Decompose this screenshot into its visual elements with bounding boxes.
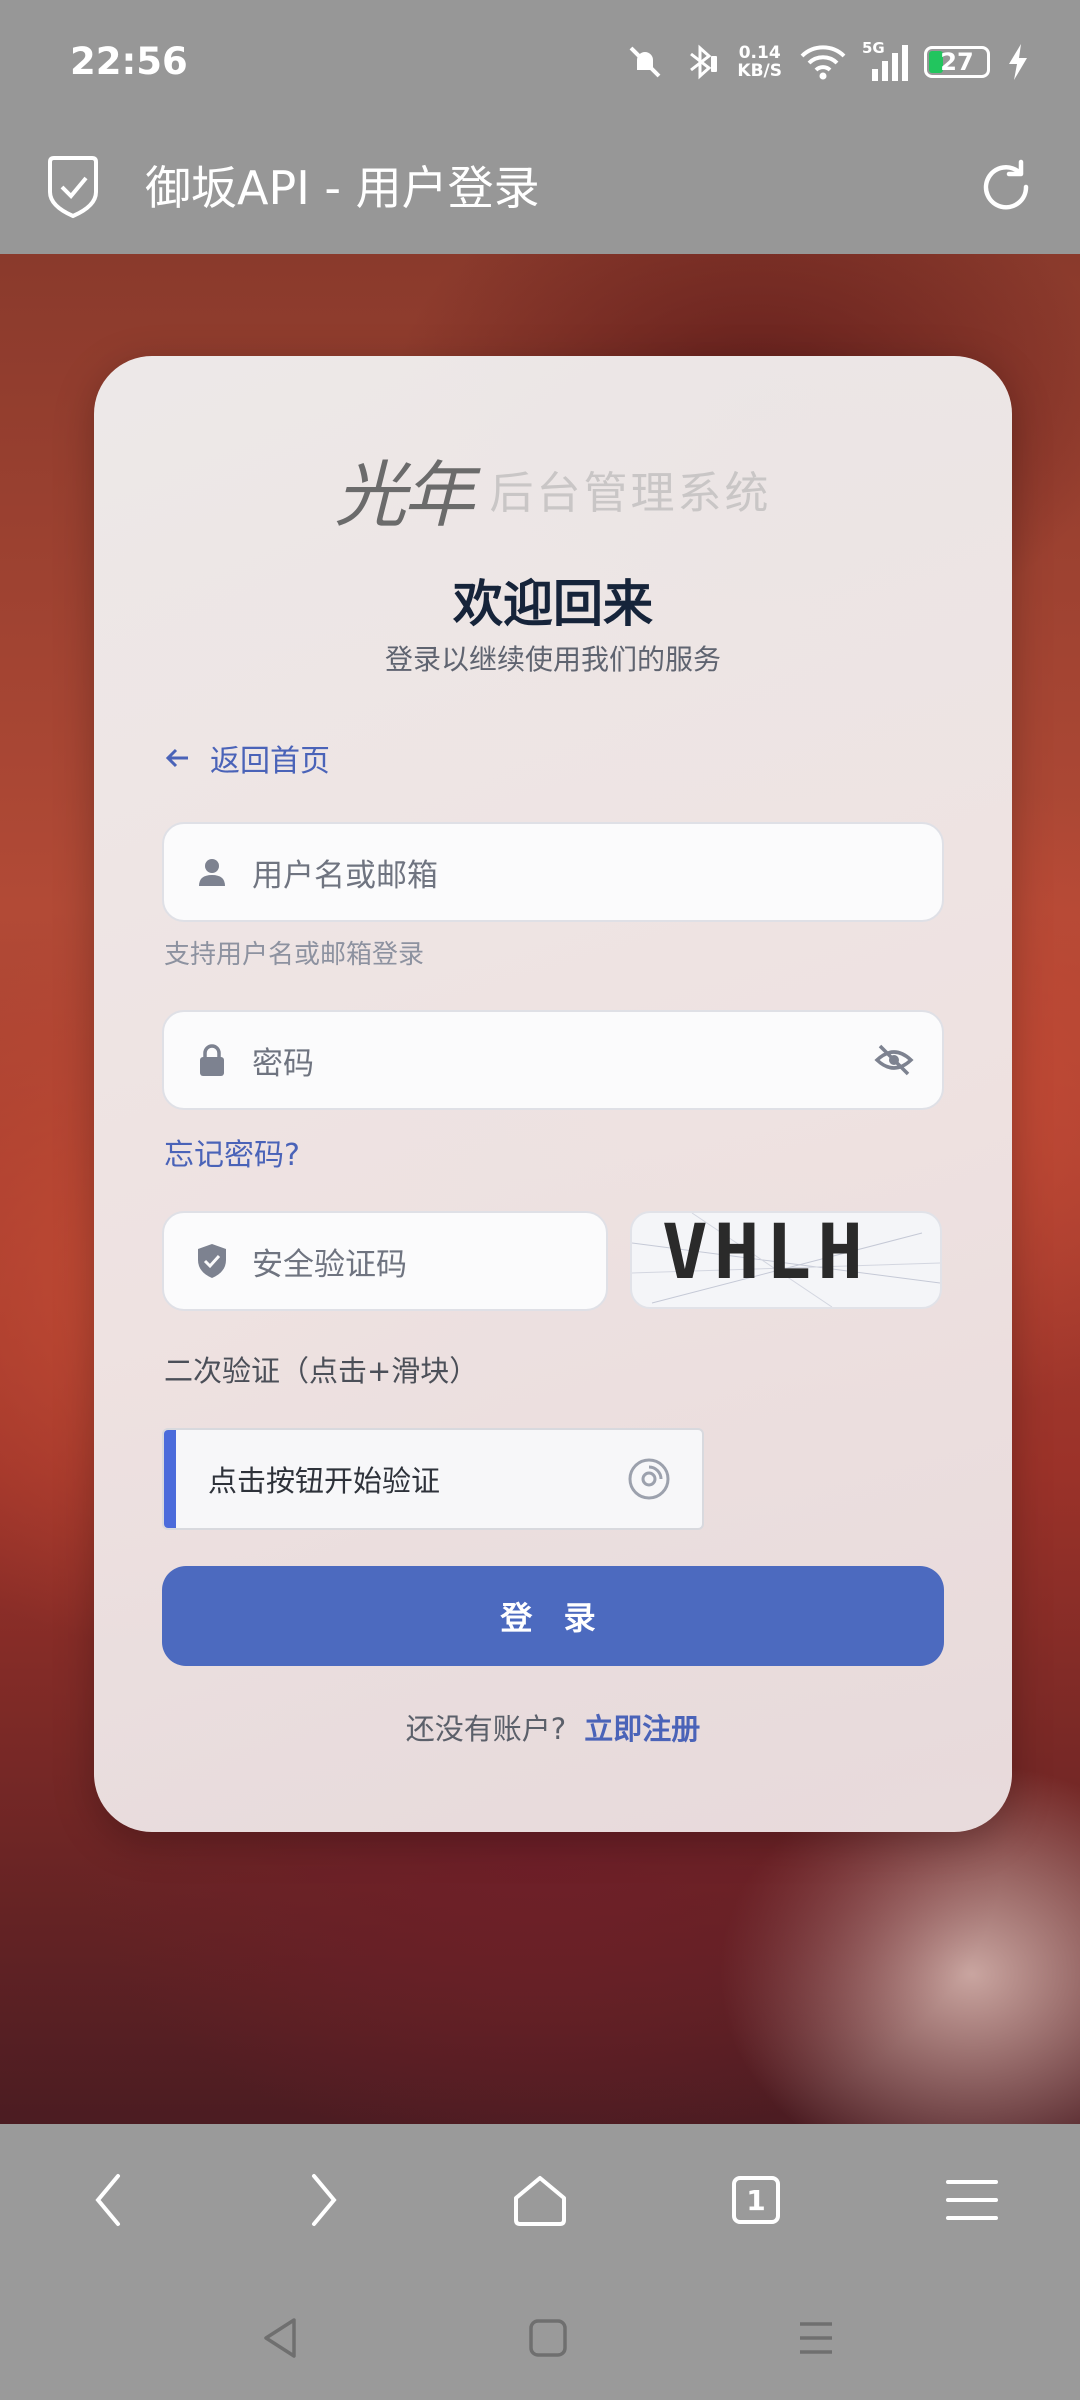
welcome-subtitle: 登录以继续使用我们的服务	[384, 643, 721, 676]
register-link[interactable]: 立即注册	[584, 1712, 700, 1746]
password-placeholder: 密码	[252, 1045, 314, 1082]
menu-button[interactable]	[934, 2162, 1010, 2238]
status-bar: 22:56 0.14 KB/S 5G 27	[0, 0, 1080, 126]
tabs-icon: 1	[732, 2176, 780, 2224]
network-speed-unit: KB/S	[737, 61, 782, 81]
battery-icon: 27	[924, 46, 990, 78]
forward-button[interactable]	[286, 2162, 362, 2238]
signal-indicator: 5G	[862, 39, 908, 81]
signal-label: 5G	[862, 39, 885, 57]
brand-logo: 光年 后台管理系统	[94, 436, 1012, 537]
start-verify-button[interactable]: 点击按钮开始验证	[162, 1428, 704, 1530]
no-account-text: 还没有账户?	[405, 1712, 567, 1746]
browser-title-bar: 御坂API - 用户登录	[0, 126, 1080, 254]
chevron-right-icon	[312, 2174, 337, 2226]
triangle-back-icon	[264, 2318, 296, 2358]
reload-icon[interactable]	[974, 154, 1040, 220]
arrow-left-icon	[165, 748, 188, 768]
network-speed: 0.14 KB/S	[737, 44, 782, 80]
back-home-label: 返回首页	[210, 744, 330, 779]
home-icon	[514, 2176, 566, 2226]
page-title[interactable]: 御坂API - 用户登录	[145, 152, 540, 218]
system-home-button[interactable]	[524, 2314, 572, 2362]
status-icons: 0.14 KB/S 5G 27	[625, 36, 1030, 88]
forgot-password-link[interactable]: 忘记密码?	[164, 1130, 300, 1174]
username-field[interactable]: 用户名或邮箱	[162, 822, 944, 922]
back-button[interactable]	[70, 2162, 146, 2238]
captcha-text: VHLH	[662, 1211, 870, 1296]
system-back-button[interactable]	[256, 2314, 304, 2362]
username-placeholder: 用户名或邮箱	[252, 857, 438, 894]
second-verify-title: 二次验证（点击+滑块）	[164, 1354, 479, 1388]
tabs-button[interactable]: 1	[718, 2162, 794, 2238]
fingerprint-icon	[628, 1458, 670, 1500]
system-recents-button[interactable]	[792, 2314, 840, 2362]
chevron-left-icon	[95, 2174, 120, 2226]
browser-nav-bar: 1	[0, 2124, 1080, 2274]
tab-count: 1	[746, 2183, 766, 2217]
back-home-link[interactable]: 返回首页	[164, 736, 330, 780]
charging-icon	[1009, 44, 1027, 80]
shield-icon	[192, 1241, 232, 1281]
status-time: 22:56	[70, 40, 188, 83]
login-card: 光年 后台管理系统 欢迎回来 登录以继续使用我们的服务 返回首页 用户名或邮箱 …	[94, 356, 1012, 1832]
square-home-icon	[529, 2319, 567, 2357]
bluetooth-icon	[690, 44, 718, 80]
captcha-placeholder: 安全验证码	[252, 1246, 407, 1283]
network-speed-value: 0.14	[738, 43, 781, 63]
shield-check-icon[interactable]	[44, 154, 102, 220]
user-icon	[192, 852, 232, 892]
password-field[interactable]: 密码	[162, 1010, 944, 1110]
logo-script: 光年	[334, 453, 474, 537]
menu-icon	[946, 2180, 998, 2220]
battery-level: 27	[940, 48, 974, 76]
captcha-field[interactable]: 安全验证码	[162, 1211, 608, 1311]
welcome-heading: 欢迎回来	[453, 575, 653, 633]
login-button[interactable]: 登 录	[162, 1566, 944, 1666]
logo-text: 后台管理系统	[489, 467, 772, 519]
mute-icon	[629, 46, 661, 78]
lock-icon	[192, 1040, 232, 1080]
register-row: 还没有账户? 立即注册	[94, 1706, 1012, 1748]
recents-menu-icon	[800, 2322, 832, 2354]
captcha-image[interactable]: VHLH	[630, 1211, 942, 1309]
wifi-icon	[800, 45, 846, 80]
eye-off-icon[interactable]	[874, 1040, 914, 1080]
start-verify-label: 点击按钮开始验证	[208, 1464, 441, 1498]
home-button[interactable]	[502, 2162, 578, 2238]
username-hint: 支持用户名或邮箱登录	[164, 940, 425, 970]
system-nav-bar	[0, 2274, 1080, 2400]
